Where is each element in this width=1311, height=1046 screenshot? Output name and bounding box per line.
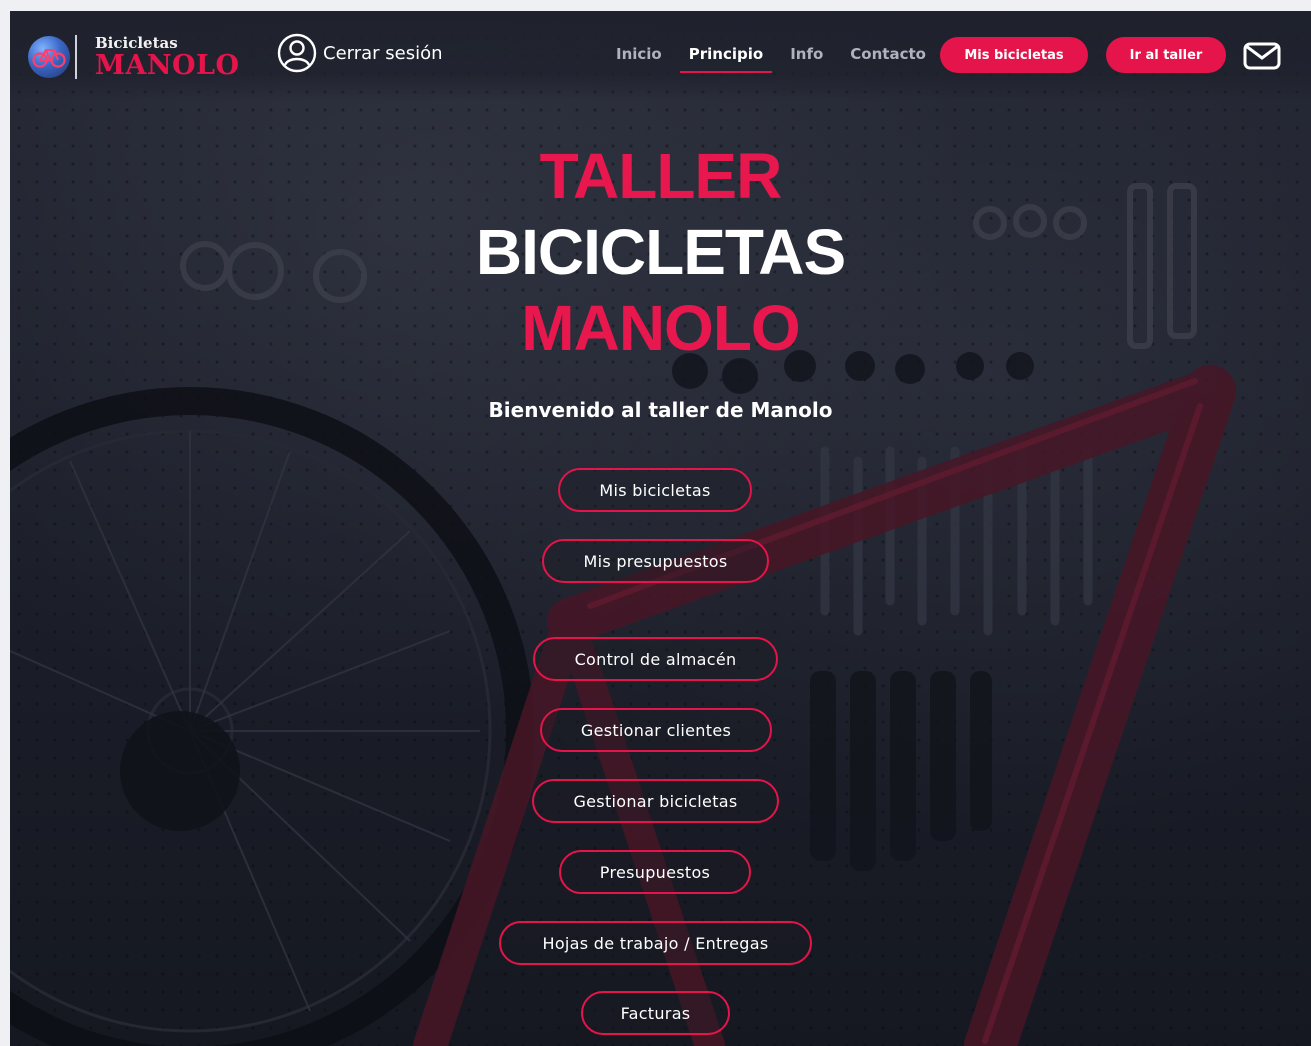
my-quotes-action-button[interactable]: Mis presupuestos (542, 539, 769, 583)
page-frame: Bicicletas MANOLO Cerrar sesión Inicio P… (10, 11, 1311, 1046)
logout-link[interactable]: Cerrar sesión (277, 33, 443, 73)
brand-big-text: MANOLO (95, 49, 240, 81)
hero-title-line3: MANOLO (521, 292, 800, 364)
hero-title-line2: BICICLETAS (475, 216, 846, 288)
nav-principio[interactable]: Principio (679, 45, 773, 73)
my-bikes-button[interactable]: Mis bicicletas (940, 37, 1088, 73)
manage-bikes-button[interactable]: Gestionar bicicletas (532, 779, 779, 823)
brand-text: Bicicletas MANOLO (95, 33, 240, 81)
top-navbar: Bicicletas MANOLO Cerrar sesión Inicio P… (10, 11, 1311, 101)
logout-label: Cerrar sesión (323, 42, 443, 64)
quotes-button[interactable]: Presupuestos (559, 850, 751, 894)
nav-info[interactable]: Info (790, 45, 823, 73)
nav-inicio[interactable]: Inicio (616, 45, 662, 73)
hero-subtitle: Bienvenido al taller de Manolo (488, 398, 833, 422)
main-nav: Inicio Principio Info Contacto (616, 45, 953, 73)
my-bikes-action-button[interactable]: Mis bicicletas (558, 468, 752, 512)
brand-small-text: Bicicletas (95, 33, 178, 52)
logo-divider (75, 35, 77, 79)
mail-icon[interactable] (1243, 42, 1281, 70)
worksheets-deliveries-button[interactable]: Hojas de trabajo / Entregas (499, 921, 812, 965)
nav-contacto[interactable]: Contacto (850, 45, 926, 73)
user-circle-icon (277, 33, 317, 73)
bike-logo-icon (28, 36, 70, 78)
manage-clients-button[interactable]: Gestionar clientes (540, 708, 772, 752)
warehouse-control-button[interactable]: Control de almacén (533, 637, 778, 681)
brand-logo[interactable]: Bicicletas MANOLO (28, 35, 240, 79)
invoices-button[interactable]: Facturas (581, 991, 730, 1035)
hero-title-line1: TALLER (539, 140, 783, 212)
workshop-button[interactable]: Ir al taller (1106, 37, 1226, 73)
